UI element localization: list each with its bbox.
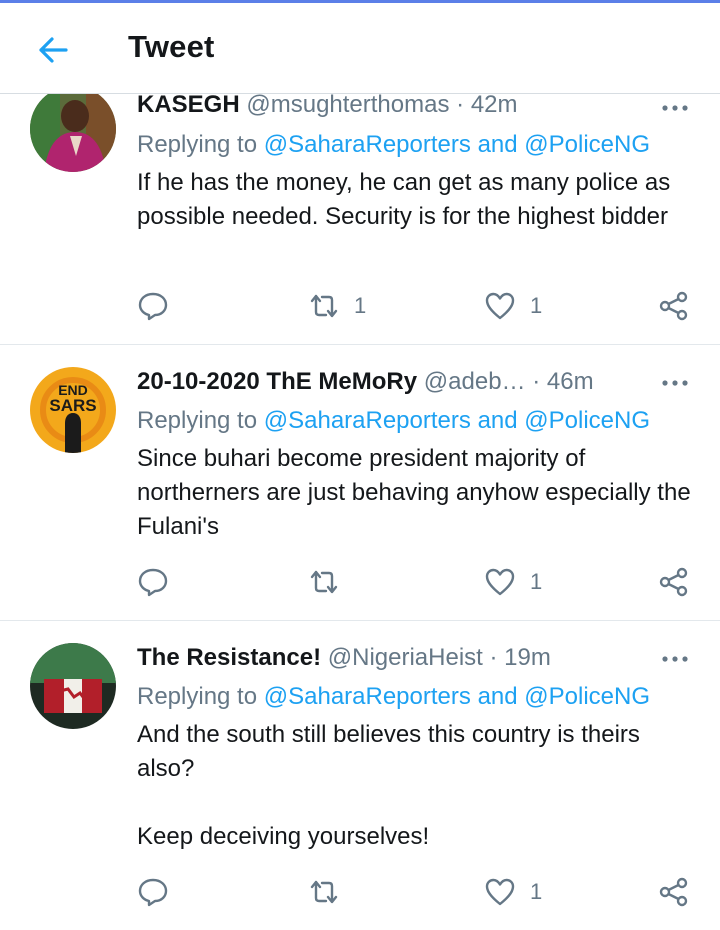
replying-and: and [477,407,518,434]
like-count: 1 [530,879,543,904]
more-dots-icon [662,656,688,662]
replying-to: Replying to @SaharaReporters and @Police… [137,130,650,160]
mention-link[interactable]: @PoliceNG [524,407,650,434]
like-count: 1 [530,569,543,594]
reply-icon [138,568,168,597]
mention-link[interactable]: @SaharaReporters [264,683,471,710]
more-options-button[interactable] [660,101,690,115]
replying-and: and [477,131,518,158]
more-dots-icon [662,105,688,111]
heart-icon [485,292,515,320]
mention-link[interactable]: @PoliceNG [524,131,650,158]
page-title: Tweet [128,29,215,64]
avatar[interactable]: END SARS [30,367,116,453]
reply-button[interactable] [137,875,169,909]
author-name[interactable]: KASEGH [137,94,240,118]
svg-text:SARS: SARS [49,396,96,415]
share-icon [659,877,688,907]
share-button[interactable] [658,289,690,323]
share-icon [659,567,688,597]
tweet-text: If he has the money, he can get as many … [137,169,671,230]
tweet-time: 42m [470,94,518,118]
author-handle[interactable]: @NigeriaHeist [328,644,483,671]
like-count: 1 [530,293,543,318]
avatar-image-kasegh [30,94,116,172]
author-handle[interactable]: @adeb… [424,368,526,395]
tweet-meta: 20-10-2020 ThE MeMoRy @adeb… · 46m [137,367,594,397]
reply-icon [138,292,168,321]
replying-and: and [477,683,518,710]
avatar[interactable] [30,643,116,729]
author-name[interactable]: The Resistance! [137,644,321,671]
like-button[interactable]: 1 [484,289,542,323]
arrow-left-icon [39,37,68,63]
app-header: Tweet [0,3,720,94]
retweet-icon [310,294,338,318]
replying-to-label: Replying to [137,407,258,434]
retweet-count: 1 [354,293,367,318]
retweet-icon [310,880,338,904]
share-icon [659,291,688,321]
more-options-button[interactable] [660,652,690,666]
share-button[interactable] [658,875,690,909]
author-name[interactable]: 20-10-2020 ThE MeMoRy [137,368,417,395]
replying-to-label: Replying to [137,683,258,710]
mention-link[interactable]: @PoliceNG [524,683,650,710]
retweet-button[interactable] [308,565,354,599]
mention-link[interactable]: @SaharaReporters [264,131,471,158]
reply-icon [138,878,168,907]
reply-button[interactable] [137,565,169,599]
retweet-button[interactable]: 1 [308,289,366,323]
replying-to: Replying to @SaharaReporters and @Police… [137,406,650,436]
retweet-button[interactable] [308,875,354,909]
replying-to-label: Replying to [137,131,258,158]
separator-dot: · [489,644,498,671]
like-button[interactable]: 1 [484,875,542,909]
tweet-item[interactable]: KASEGH @msughterthomas · 42m Replying to… [0,94,720,345]
back-button[interactable] [36,33,70,67]
separator-dot: · [532,368,541,395]
mention-link[interactable]: @SaharaReporters [264,407,471,434]
avatar-image-resistance [30,643,116,729]
retweet-icon [310,570,338,594]
more-dots-icon [662,380,688,386]
share-button[interactable] [658,565,690,599]
replying-to: Replying to @SaharaReporters and @Police… [137,682,650,712]
tweet-time: 19m [504,644,551,671]
tweet-meta: The Resistance! @NigeriaHeist · 19m [137,643,551,673]
tweet-item[interactable]: The Resistance! @NigeriaHeist · 19m Repl… [0,621,720,930]
separator-dot: · [456,94,465,118]
tweet-text: Since buhari become president majority o… [137,445,691,540]
heart-icon [485,878,515,906]
like-button[interactable]: 1 [484,565,542,599]
reply-button[interactable] [137,289,169,323]
author-handle[interactable]: @msughterthomas [246,94,449,118]
avatar-image-endsars: END SARS [30,367,116,453]
heart-icon [485,568,515,596]
tweet-text: And the south still believes this countr… [137,721,640,850]
avatar[interactable] [30,94,116,172]
tweet-time: 46m [546,368,594,395]
tweet-meta: KASEGH @msughterthomas · 42m [137,94,518,120]
tweet-item[interactable]: END SARS 20-10-2020 ThE MeMoRy @adeb… · … [0,345,720,621]
more-options-button[interactable] [660,376,690,390]
